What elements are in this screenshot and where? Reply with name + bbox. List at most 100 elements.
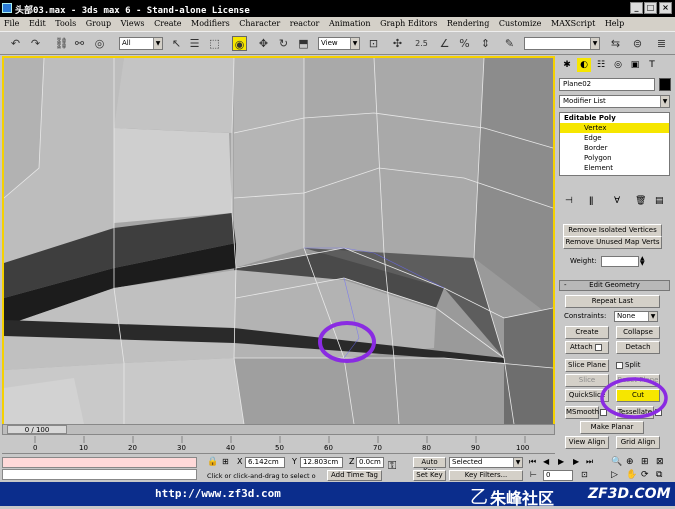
- snap-toggle-icon[interactable]: 2.5: [414, 36, 429, 51]
- motion-tab-icon[interactable]: ◎: [611, 58, 625, 72]
- angle-snap-icon[interactable]: ∠: [437, 36, 452, 51]
- menu-group[interactable]: Group: [86, 19, 111, 28]
- time-config-icon[interactable]: ⊡: [581, 470, 588, 479]
- split-checkbox[interactable]: Split: [616, 361, 641, 369]
- display-tab-icon[interactable]: ▣: [628, 58, 642, 72]
- menu-customize[interactable]: Customize: [499, 19, 542, 28]
- absolute-mode-icon[interactable]: ⊞: [222, 457, 229, 466]
- undo-icon[interactable]: ↶: [8, 36, 23, 51]
- rect-selection-icon[interactable]: ⬚: [207, 36, 222, 51]
- arc-rotate-icon[interactable]: ⟳: [641, 470, 649, 480]
- create-button[interactable]: Create: [565, 326, 609, 339]
- mirror-icon[interactable]: ⇆: [608, 36, 623, 51]
- lock-selection-icon[interactable]: 🔒: [207, 457, 218, 467]
- grid-align-button[interactable]: Grid Align: [616, 436, 660, 449]
- weight-field[interactable]: [601, 256, 639, 267]
- edit-geometry-rollout[interactable]: - Edit Geometry: [559, 280, 670, 291]
- zoom-extents-icon[interactable]: ⊞: [641, 457, 649, 467]
- reference-coord-dropdown[interactable]: View ▼: [318, 37, 360, 50]
- set-key-button[interactable]: Set Key: [413, 470, 446, 481]
- auto-key-button[interactable]: Auto Key: [413, 457, 446, 475]
- make-planar-button[interactable]: Make Planar: [580, 421, 644, 434]
- maximize-viewport-icon[interactable]: ⧉: [656, 470, 662, 480]
- spinner-snap-icon[interactable]: ⇕: [478, 36, 493, 51]
- y-coord-field[interactable]: 12.803cm: [300, 457, 343, 468]
- repeat-last-button[interactable]: Repeat Last: [565, 295, 660, 308]
- make-unique-icon[interactable]: ∀: [614, 196, 620, 206]
- next-frame-icon[interactable]: ▶: [573, 457, 579, 466]
- modify-tab-icon[interactable]: ◐: [577, 58, 591, 72]
- select-manipulate-icon[interactable]: ✣: [390, 36, 405, 51]
- menu-modifiers[interactable]: Modifiers: [191, 19, 230, 28]
- named-selection-icon[interactable]: ✎: [502, 36, 517, 51]
- stack-item-edge[interactable]: Edge: [560, 133, 669, 143]
- pin-stack-icon[interactable]: ⊣: [565, 196, 573, 206]
- weight-spinner-icon[interactable]: ▲ ▼: [640, 256, 645, 267]
- menu-edit[interactable]: Edit: [29, 19, 46, 28]
- menu-file[interactable]: File: [4, 19, 19, 28]
- collapse-button[interactable]: Collapse: [616, 326, 660, 339]
- view-align-button[interactable]: View Align: [565, 436, 609, 449]
- maxscript-listener[interactable]: [2, 457, 197, 468]
- key-icon[interactable]: ⚿: [388, 459, 396, 473]
- window-crossing-icon[interactable]: ◉: [232, 36, 247, 51]
- menu-character[interactable]: Character: [239, 19, 280, 28]
- percent-snap-icon[interactable]: %: [457, 36, 472, 51]
- align-icon[interactable]: ⊜: [630, 36, 645, 51]
- remove-modifier-icon[interactable]: 🗑: [635, 196, 646, 206]
- stack-item-vertex[interactable]: Vertex: [560, 123, 669, 133]
- stack-item-polygon[interactable]: Polygon: [560, 153, 669, 163]
- configure-sets-icon[interactable]: ▤: [655, 196, 664, 206]
- app-icon[interactable]: [2, 3, 12, 13]
- menu-animation[interactable]: Animation: [329, 19, 371, 28]
- scale-icon[interactable]: ⬒: [296, 36, 311, 51]
- go-to-end-icon[interactable]: ⏭: [586, 457, 593, 467]
- go-to-start-icon[interactable]: ⏮: [529, 457, 536, 467]
- key-mode-icon[interactable]: ⊢: [530, 470, 537, 479]
- stack-editable-poly[interactable]: Editable Poly: [560, 113, 669, 123]
- menu-create[interactable]: Create: [154, 19, 181, 28]
- minimize-button[interactable]: _: [630, 2, 643, 14]
- time-slider[interactable]: 0 / 100: [2, 424, 555, 435]
- attach-list-icon[interactable]: [594, 343, 602, 351]
- select-by-name-icon[interactable]: ☰: [187, 36, 202, 51]
- zoom-extents-all-icon[interactable]: ⊠: [656, 457, 664, 467]
- menu-graph-editors[interactable]: Graph Editors: [380, 19, 437, 28]
- key-filters-button[interactable]: Key Filters...: [449, 470, 523, 481]
- move-icon[interactable]: ✥: [256, 36, 271, 51]
- object-color-swatch[interactable]: [659, 78, 671, 91]
- slice-plane-button[interactable]: Slice Plane: [565, 359, 609, 372]
- msmooth-button[interactable]: MSmooth: [565, 406, 599, 419]
- stack-item-border[interactable]: Border: [560, 143, 669, 153]
- layer-manager-icon[interactable]: ≣: [654, 36, 669, 51]
- fov-icon[interactable]: ▷: [611, 470, 618, 480]
- zoom-icon[interactable]: 🔍: [611, 457, 622, 467]
- maximize-button[interactable]: □: [644, 2, 657, 14]
- remove-unused-map-verts-button[interactable]: Remove Unused Map Verts: [563, 236, 662, 249]
- named-selection-sets-dropdown[interactable]: ▼: [524, 37, 600, 50]
- zoom-all-icon[interactable]: ⊕: [626, 457, 634, 467]
- prev-frame-icon[interactable]: ◀: [543, 457, 549, 466]
- hierarchy-tab-icon[interactable]: ☷: [594, 58, 608, 72]
- pan-icon[interactable]: ✋: [626, 470, 637, 480]
- rotate-icon[interactable]: ↻: [276, 36, 291, 51]
- close-button[interactable]: ×: [659, 2, 672, 14]
- detach-button[interactable]: Detach: [616, 341, 660, 354]
- stack-item-element[interactable]: Element: [560, 163, 669, 173]
- mesh-canvas[interactable]: [4, 58, 553, 424]
- object-name-field[interactable]: Plane02: [559, 78, 655, 91]
- current-frame-field[interactable]: 0: [543, 470, 573, 481]
- menu-maxscript[interactable]: MAXScript: [551, 19, 595, 28]
- modifier-list-dropdown[interactable]: Modifier List ▼: [559, 95, 670, 108]
- menu-reactor[interactable]: reactor: [290, 19, 320, 28]
- track-bar[interactable]: 0 10 20 30 40 50 60 70 80 90 100: [2, 436, 555, 454]
- add-time-tag-button[interactable]: Add Time Tag: [327, 470, 382, 481]
- menu-tools[interactable]: Tools: [55, 19, 76, 28]
- time-slider-thumb[interactable]: 0 / 100: [7, 425, 67, 434]
- z-coord-field[interactable]: 0.0cm: [356, 457, 384, 468]
- attach-button[interactable]: Attach: [565, 341, 609, 354]
- menu-help[interactable]: Help: [605, 19, 624, 28]
- menu-rendering[interactable]: Rendering: [447, 19, 489, 28]
- constraints-dropdown[interactable]: None ▼: [614, 311, 658, 322]
- perspective-viewport[interactable]: [2, 56, 555, 426]
